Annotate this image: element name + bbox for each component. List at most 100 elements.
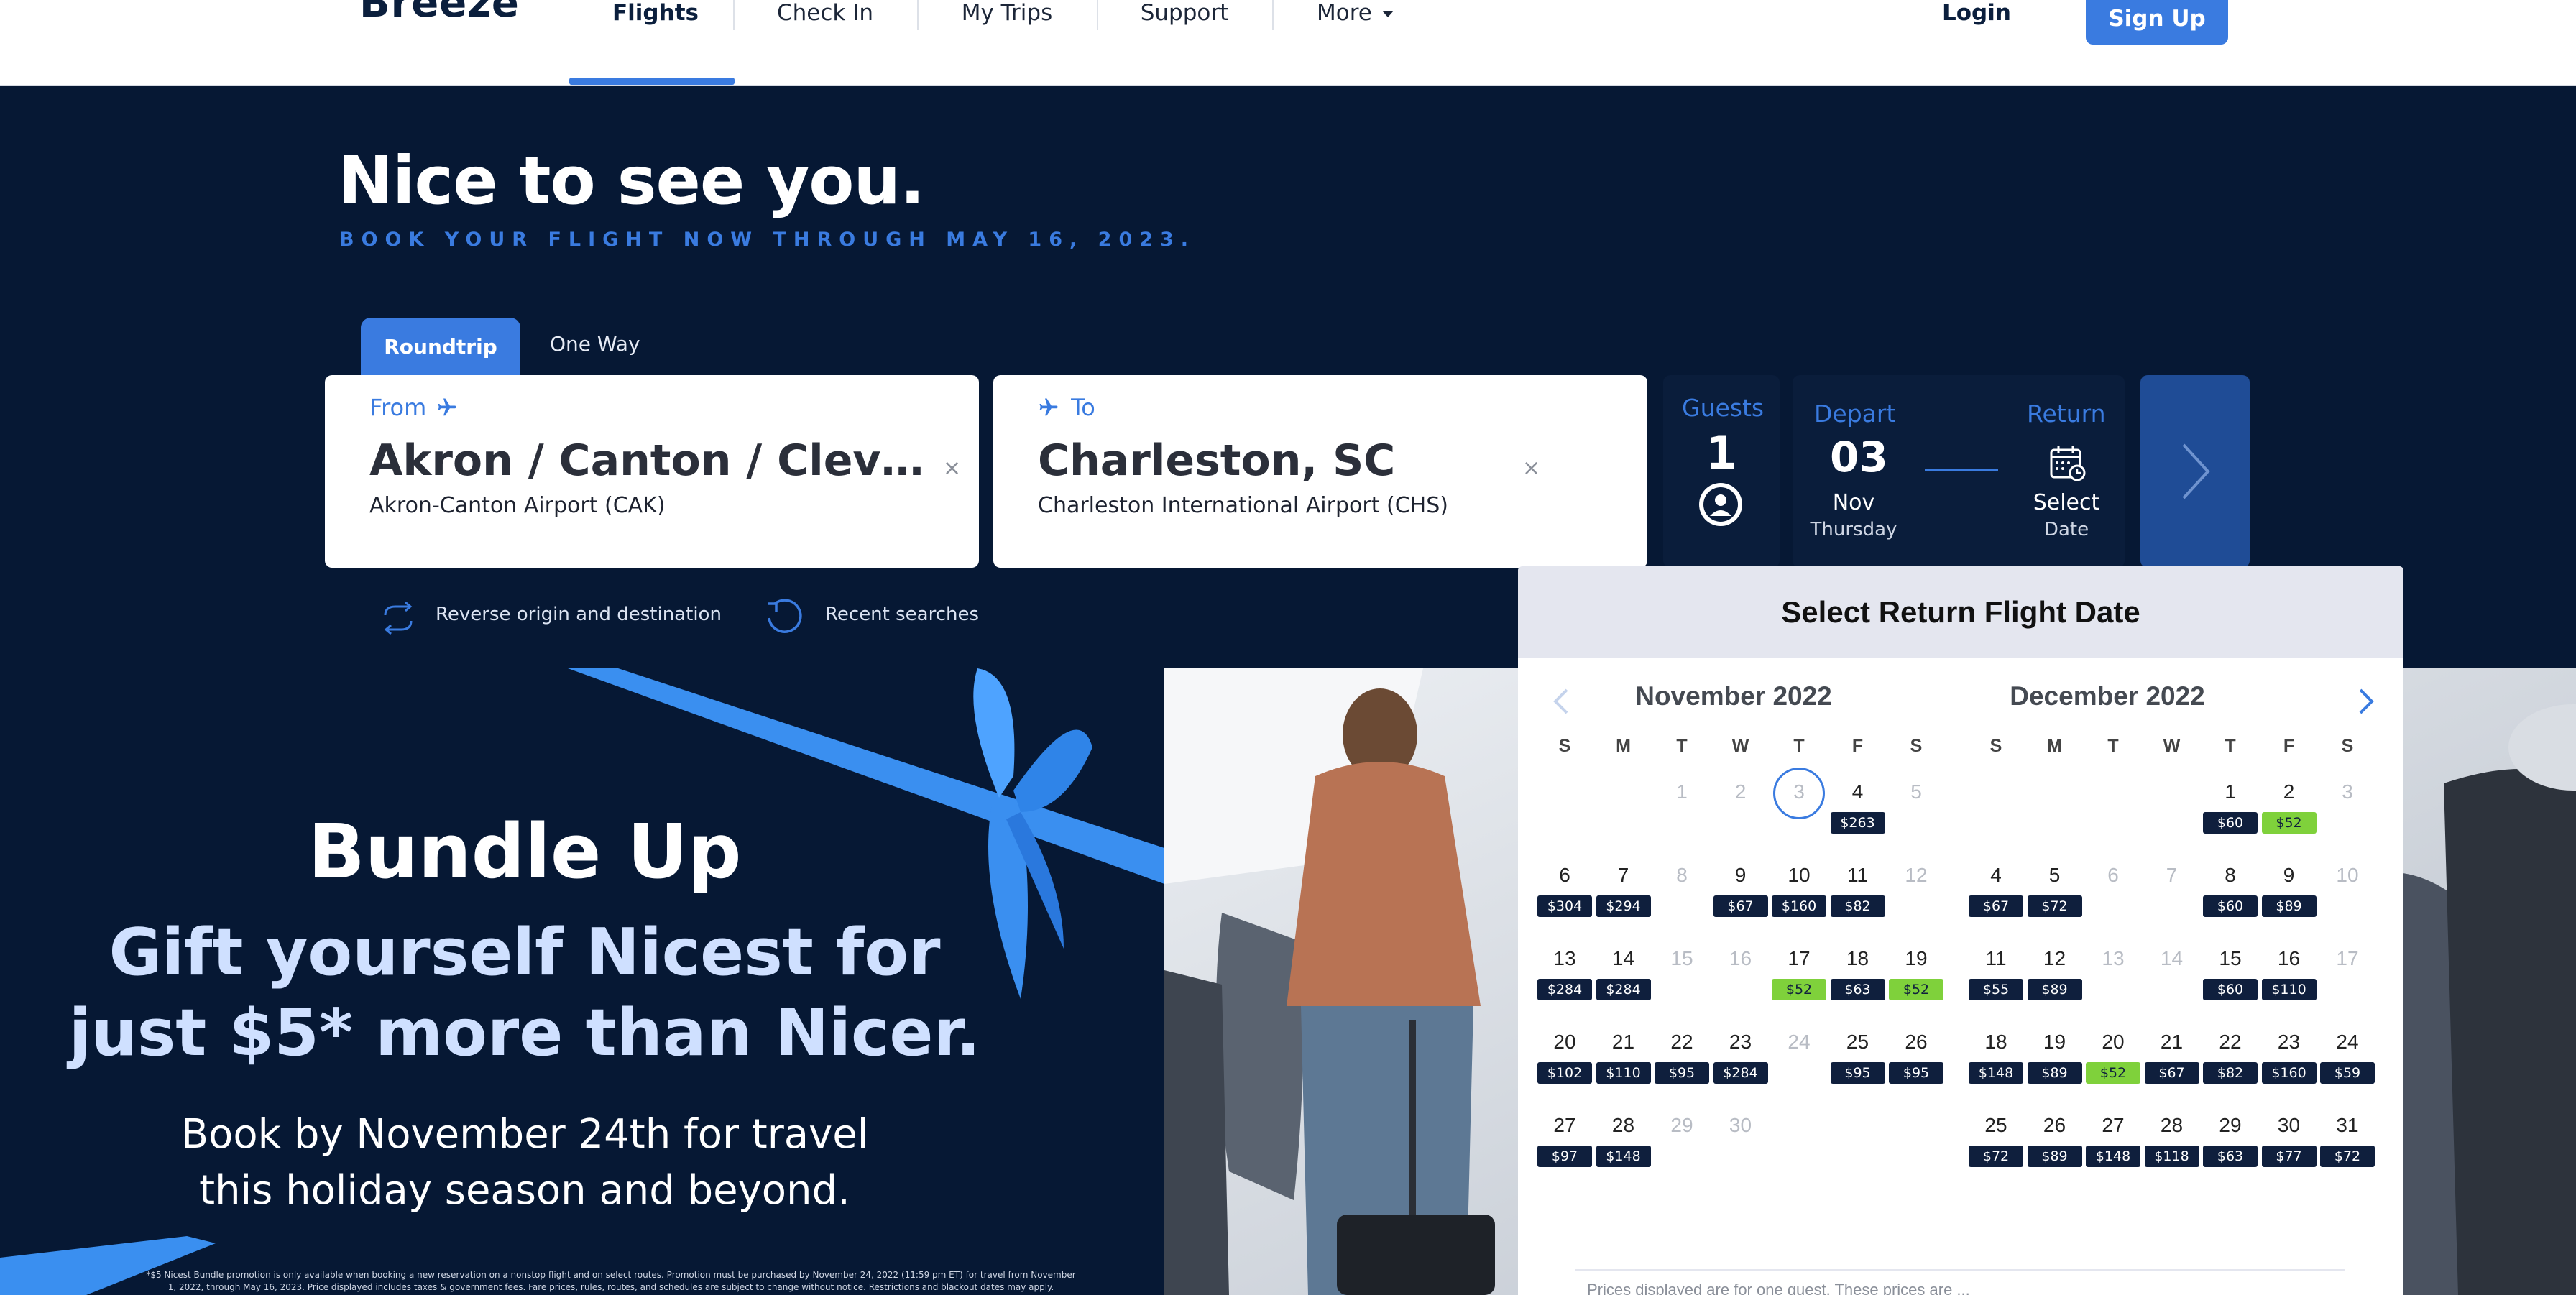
login-button[interactable]: Login [1942, 0, 2011, 26]
calendar-day[interactable]: 12 [2030, 947, 2080, 970]
calendar-day[interactable]: 26 [1891, 1031, 1941, 1054]
fare-price-badge[interactable]: $95 [1889, 1062, 1944, 1084]
calendar-day[interactable]: 19 [1891, 947, 1941, 970]
fare-price-badge[interactable]: $148 [1596, 1146, 1651, 1167]
calendar-day[interactable]: 20 [1540, 1031, 1590, 1054]
calendar-day[interactable]: 17 [1774, 947, 1824, 970]
fare-price-badge[interactable]: $102 [1537, 1062, 1592, 1084]
fare-price-badge[interactable]: $52 [2086, 1062, 2140, 1084]
fare-price-badge[interactable]: $294 [1596, 895, 1651, 917]
fare-price-badge[interactable]: $72 [2027, 895, 2082, 917]
calendar-day[interactable]: 25 [1833, 1031, 1883, 1054]
calendar-day[interactable]: 4 [1833, 780, 1883, 803]
nav-check-in[interactable]: Check In [732, 0, 919, 26]
calendar-day[interactable]: 31 [2322, 1114, 2373, 1137]
calendar-day[interactable]: 10 [1774, 864, 1824, 887]
fare-price-badge[interactable]: $89 [2027, 1146, 2082, 1167]
fare-price-badge[interactable]: $97 [1537, 1146, 1592, 1167]
fare-price-badge[interactable]: $60 [2203, 979, 2258, 1000]
fare-price-badge[interactable]: $304 [1537, 895, 1592, 917]
fare-price-badge[interactable]: $60 [2203, 895, 2258, 917]
fare-price-badge[interactable]: $52 [2261, 812, 2317, 834]
calendar-day[interactable]: 26 [2030, 1114, 2080, 1137]
fare-price-badge[interactable]: $110 [1596, 1062, 1651, 1084]
calendar-day[interactable]: 20 [2088, 1031, 2138, 1054]
calendar-day[interactable]: 16 [2264, 947, 2314, 970]
brand-logo[interactable]: Breeze [359, 0, 520, 27]
fare-price-badge[interactable]: $89 [2261, 895, 2317, 917]
calendar-day[interactable]: 7 [1598, 864, 1649, 887]
calendar-day[interactable]: 23 [2264, 1031, 2314, 1054]
fare-price-badge[interactable]: $59 [2320, 1062, 2375, 1084]
search-flights-button[interactable] [2140, 375, 2250, 568]
nav-more[interactable]: More [1317, 0, 1394, 26]
nav-my-trips[interactable]: My Trips [917, 0, 1097, 26]
calendar-day[interactable]: 19 [2030, 1031, 2080, 1054]
fare-price-badge[interactable]: $118 [2144, 1146, 2199, 1167]
calendar-day[interactable]: 5 [2030, 864, 2080, 887]
clear-origin-icon[interactable]: × [943, 456, 961, 481]
calendar-day[interactable]: 13 [1540, 947, 1590, 970]
destination-field[interactable]: To Charleston, SC Charleston Internation… [993, 375, 1647, 568]
fare-price-badge[interactable]: $67 [1713, 895, 1768, 917]
fare-price-badge[interactable]: $63 [2203, 1146, 2258, 1167]
calendar-day[interactable]: 28 [1598, 1114, 1649, 1137]
fare-price-badge[interactable]: $89 [2027, 979, 2082, 1000]
fare-price-badge[interactable]: $160 [1772, 895, 1826, 917]
calendar-day[interactable]: 8 [2205, 864, 2255, 887]
tab-roundtrip[interactable]: Roundtrip [361, 318, 520, 375]
origin-field[interactable]: From Akron / Canton / Cleveland, OH Akro… [325, 375, 979, 568]
fare-price-badge[interactable]: $284 [1537, 979, 1592, 1000]
calendar-day[interactable]: 4 [1971, 864, 2021, 887]
calendar-day[interactable]: 28 [2147, 1114, 2197, 1137]
fare-price-badge[interactable]: $160 [2261, 1062, 2317, 1084]
calendar-day[interactable]: 11 [1971, 947, 2021, 970]
fare-price-badge[interactable]: $82 [1830, 895, 1885, 917]
fare-price-badge[interactable]: $63 [1830, 979, 1885, 1000]
nav-support[interactable]: Support [1097, 0, 1272, 26]
fare-price-badge[interactable]: $77 [2261, 1146, 2317, 1167]
fare-price-badge[interactable]: $72 [1969, 1146, 2023, 1167]
calendar-day[interactable]: 23 [1716, 1031, 1766, 1054]
calendar-day[interactable]: 9 [2264, 864, 2314, 887]
calendar-day[interactable]: 6 [1540, 864, 1590, 887]
fare-price-badge[interactable]: $95 [1655, 1062, 1709, 1084]
calendar-day[interactable]: 24 [2322, 1031, 2373, 1054]
fare-price-badge[interactable]: $60 [2203, 812, 2258, 834]
calendar-day[interactable]: 22 [1657, 1031, 1707, 1054]
signup-button[interactable]: Sign Up [2086, 0, 2228, 45]
fare-price-badge[interactable]: $263 [1830, 812, 1885, 834]
fare-price-badge[interactable]: $52 [1772, 979, 1826, 1000]
fare-price-badge[interactable]: $72 [2320, 1146, 2375, 1167]
calendar-day[interactable]: 25 [1971, 1114, 2021, 1137]
calendar-day[interactable]: 27 [2088, 1114, 2138, 1137]
calendar-day[interactable]: 21 [1598, 1031, 1649, 1054]
calendar-day[interactable]: 18 [1833, 947, 1883, 970]
chevron-right-icon[interactable] [2356, 687, 2376, 716]
tab-one-way[interactable]: One Way [550, 332, 640, 356]
history-icon[interactable] [762, 596, 805, 640]
swap-icon[interactable] [378, 598, 418, 638]
calendar-day[interactable]: 30 [2264, 1114, 2314, 1137]
fare-price-badge[interactable]: $284 [1713, 1062, 1768, 1084]
calendar-day[interactable]: 15 [2205, 947, 2255, 970]
calendar-day[interactable]: 29 [2205, 1114, 2255, 1137]
fare-price-badge[interactable]: $52 [1889, 979, 1944, 1000]
calendar-day[interactable]: 2 [2264, 780, 2314, 803]
fare-price-badge[interactable]: $67 [1969, 895, 2023, 917]
calendar-day[interactable]: 14 [1598, 947, 1649, 970]
fare-price-badge[interactable]: $55 [1969, 979, 2023, 1000]
calendar-day[interactable]: 1 [2205, 780, 2255, 803]
fare-price-badge[interactable]: $89 [2027, 1062, 2082, 1084]
clear-destination-icon[interactable]: × [1522, 456, 1540, 481]
chevron-left-icon[interactable] [1551, 687, 1571, 716]
calendar-day[interactable]: 27 [1540, 1114, 1590, 1137]
fare-price-badge[interactable]: $284 [1596, 979, 1651, 1000]
fare-price-badge[interactable]: $67 [2144, 1062, 2199, 1084]
recent-searches[interactable]: Recent searches [825, 604, 979, 625]
calendar-day[interactable]: 21 [2147, 1031, 2197, 1054]
reverse-origin-destination[interactable]: Reverse origin and destination [436, 604, 722, 625]
calendar-day[interactable]: 22 [2205, 1031, 2255, 1054]
calendar-day[interactable]: 18 [1971, 1031, 2021, 1054]
nav-flights[interactable]: Flights [612, 0, 699, 26]
